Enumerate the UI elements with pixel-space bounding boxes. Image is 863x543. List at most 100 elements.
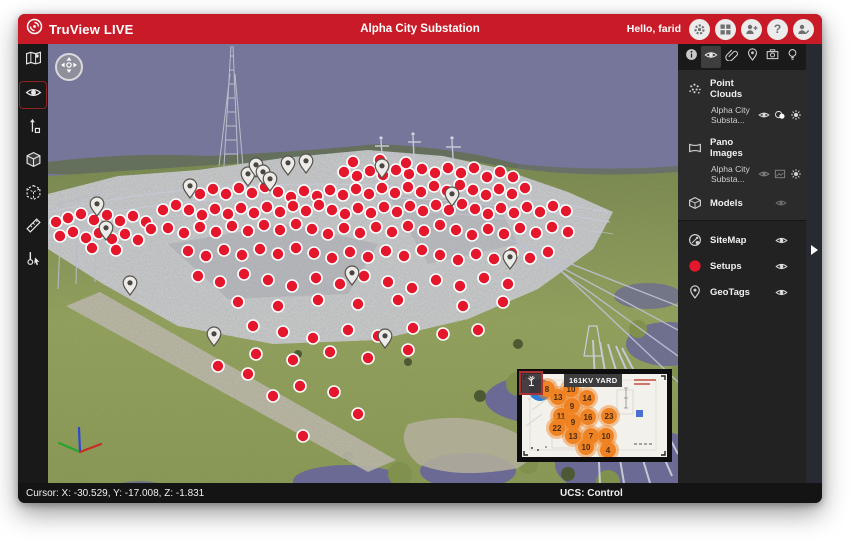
- setup-marker[interactable]: [547, 200, 559, 212]
- setup-marker[interactable]: [521, 201, 533, 213]
- image-frame-icon[interactable]: [774, 168, 786, 180]
- setup-marker[interactable]: [242, 225, 254, 237]
- setup-marker[interactable]: [415, 186, 427, 198]
- setup-marker[interactable]: [337, 189, 349, 201]
- setup-marker[interactable]: [277, 326, 289, 338]
- setup-marker[interactable]: [274, 206, 286, 218]
- setup-marker[interactable]: [306, 223, 318, 235]
- setup-marker[interactable]: [238, 268, 250, 280]
- setup-marker[interactable]: [214, 276, 226, 288]
- setup-marker[interactable]: [194, 221, 206, 233]
- setup-marker[interactable]: [145, 223, 157, 235]
- setup-marker[interactable]: [207, 183, 219, 195]
- setup-marker[interactable]: [363, 188, 375, 200]
- setup-marker[interactable]: [514, 222, 526, 234]
- setup-marker[interactable]: [478, 272, 490, 284]
- setup-marker[interactable]: [286, 280, 298, 292]
- setup-marker[interactable]: [86, 242, 98, 254]
- setup-marker[interactable]: [262, 274, 274, 286]
- pano-images-row[interactable]: Pano Images: [678, 133, 806, 161]
- measure-button[interactable]: [20, 215, 46, 241]
- setup-marker[interactable]: [300, 205, 312, 217]
- setup-marker[interactable]: [402, 220, 414, 232]
- expand-panel-arrow[interactable]: [811, 245, 818, 255]
- setup-marker[interactable]: [347, 156, 359, 168]
- setup-marker[interactable]: [457, 300, 469, 312]
- apps-button[interactable]: [715, 19, 736, 40]
- setup-marker[interactable]: [493, 183, 505, 195]
- setup-marker[interactable]: [50, 216, 62, 228]
- setup-marker[interactable]: [494, 166, 506, 178]
- setup-marker[interactable]: [310, 272, 322, 284]
- setup-marker[interactable]: [482, 223, 494, 235]
- setup-marker[interactable]: [481, 171, 493, 183]
- point-clouds-row[interactable]: Point Clouds: [678, 74, 806, 102]
- setup-marker[interactable]: [272, 300, 284, 312]
- setup-marker[interactable]: [209, 203, 221, 215]
- setup-marker[interactable]: [466, 229, 478, 241]
- setup-marker[interactable]: [378, 201, 390, 213]
- setup-marker[interactable]: [308, 247, 320, 259]
- viewport-3d[interactable]: 8101314911162392213710104 161KV YARD: [48, 44, 678, 483]
- setup-marker[interactable]: [376, 182, 388, 194]
- setup-marker[interactable]: [507, 171, 519, 183]
- setup-marker[interactable]: [233, 182, 245, 194]
- setup-marker[interactable]: [562, 226, 574, 238]
- setup-marker[interactable]: [101, 209, 113, 221]
- setup-marker[interactable]: [258, 219, 270, 231]
- setup-marker[interactable]: [352, 202, 364, 214]
- setup-marker[interactable]: [338, 222, 350, 234]
- minimap-sitemap-button[interactable]: [519, 371, 543, 395]
- minimap-setup-bubble[interactable]: 23: [598, 405, 620, 427]
- setup-marker[interactable]: [352, 408, 364, 420]
- setup-marker[interactable]: [242, 368, 254, 380]
- limit-box-button[interactable]: [20, 182, 46, 208]
- setup-marker[interactable]: [324, 184, 336, 196]
- setup-marker[interactable]: [352, 298, 364, 310]
- setup-marker[interactable]: [519, 182, 531, 194]
- setup-marker[interactable]: [200, 250, 212, 262]
- setup-marker[interactable]: [428, 180, 440, 192]
- point-cloud-item-row[interactable]: Alpha City Substa...: [678, 102, 806, 129]
- setup-marker[interactable]: [294, 380, 306, 392]
- setup-marker[interactable]: [497, 296, 509, 308]
- setup-marker[interactable]: [398, 250, 410, 262]
- setup-marker[interactable]: [232, 296, 244, 308]
- setup-marker[interactable]: [362, 352, 374, 364]
- setup-marker[interactable]: [418, 225, 430, 237]
- setup-marker[interactable]: [247, 320, 259, 332]
- models-row[interactable]: Models: [678, 192, 806, 212]
- setup-marker[interactable]: [434, 249, 446, 261]
- setup-marker[interactable]: [364, 165, 376, 177]
- setup-marker[interactable]: [313, 199, 325, 211]
- setup-marker[interactable]: [351, 170, 363, 182]
- tab-attachments[interactable]: [722, 46, 742, 68]
- setup-marker[interactable]: [287, 200, 299, 212]
- setup-marker[interactable]: [261, 201, 273, 213]
- setup-marker[interactable]: [226, 220, 238, 232]
- setup-marker[interactable]: [416, 244, 428, 256]
- setup-marker[interactable]: [326, 204, 338, 216]
- setup-marker[interactable]: [75, 208, 87, 220]
- setup-marker[interactable]: [339, 208, 351, 220]
- setup-marker[interactable]: [560, 205, 572, 217]
- setup-marker[interactable]: [402, 181, 414, 193]
- setup-marker[interactable]: [183, 204, 195, 216]
- sitemap-tool-button[interactable]: [20, 48, 46, 74]
- move-to-point-button[interactable]: [20, 116, 46, 142]
- setup-marker[interactable]: [472, 324, 484, 336]
- setup-marker[interactable]: [542, 246, 554, 258]
- setup-marker[interactable]: [454, 280, 466, 292]
- setup-marker[interactable]: [456, 198, 468, 210]
- setup-marker[interactable]: [328, 386, 340, 398]
- setup-marker[interactable]: [322, 228, 334, 240]
- setup-marker[interactable]: [157, 204, 169, 216]
- help-button[interactable]: ?: [767, 19, 788, 40]
- setup-marker[interactable]: [508, 207, 520, 219]
- setup-marker[interactable]: [54, 230, 66, 242]
- setup-marker[interactable]: [342, 324, 354, 336]
- setup-marker[interactable]: [290, 218, 302, 230]
- setup-marker[interactable]: [404, 200, 416, 212]
- setup-marker[interactable]: [502, 278, 514, 290]
- setup-marker[interactable]: [391, 206, 403, 218]
